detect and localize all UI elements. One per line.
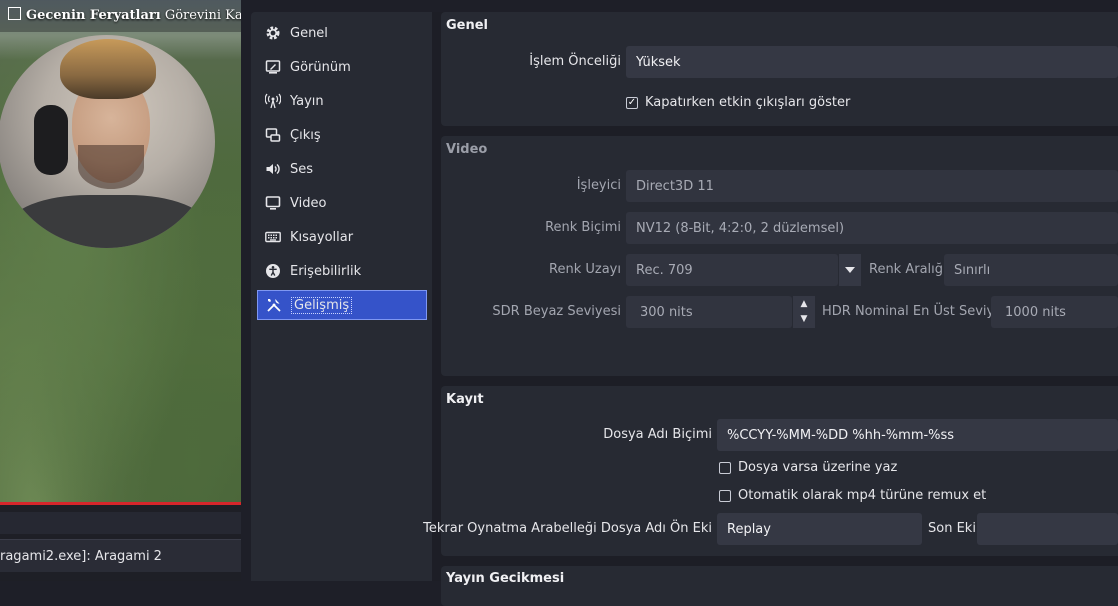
accessibility-icon [264,262,282,280]
quest-title-rest: Görevini Kabul [164,8,241,23]
chevron-down-icon[interactable]: ▼ [793,311,815,326]
sidebar-label: Ses [290,161,314,177]
hdr-nominal-spinbox[interactable]: 1000 nits [991,296,1118,328]
sidebar-label: Genel [290,25,328,41]
webcam-overlay [0,35,215,248]
suffix-label: Son Eki [928,521,976,536]
sidebar-item-general[interactable]: Genel [257,18,427,48]
general-section: Genel İşlem Önceliği Yüksek ✓ Kapatırken… [441,12,1118,126]
sidebar-label: Erişebilirlik [290,263,362,279]
checkbox-label: Kapatırken etkin çıkışları göster [645,95,851,110]
replay-prefix-value: Replay [727,521,771,537]
color-space-label: Renk Uzayı [549,262,621,277]
checkbox-checked-icon: ✓ [626,96,638,109]
checkbox-unchecked-icon [719,461,731,474]
chevron-up-icon[interactable]: ▲ [793,296,815,311]
sdr-white-label: SDR Beyaz Seviyesi [492,304,621,319]
sidebar-item-accessibility[interactable]: Erişebilirlik [257,256,427,286]
settings-content: Genel İşlem Önceliği Yüksek ✓ Kapatırken… [423,12,1118,606]
preview-toolbar-row [0,512,241,534]
color-range-label: Renk Aralığı [869,262,947,277]
broadcast-icon [264,92,282,110]
appearance-icon [264,58,282,76]
quest-title: Gecenin Feryatları Görevini Kabul [8,7,241,23]
suffix-input[interactable] [977,513,1118,545]
color-range-value: Sınırlı [954,262,991,278]
monitor-icon [264,194,282,212]
keyboard-icon [264,228,282,246]
section-title-stream-delay: Yayın Gecikmesi [446,571,565,586]
sidebar-item-output[interactable]: Çıkış [257,120,427,150]
webcam-hair [60,39,156,99]
priority-value: Yüksek [636,54,681,70]
recording-section: Kayıt Dosya Adı Biçimi %CCYY-%MM-%DD %hh… [423,386,1118,556]
output-icon [264,126,282,144]
webcam-headset [34,105,68,175]
color-space-select[interactable]: Rec. 709 [626,254,838,286]
sdr-white-value: 300 nits [640,304,693,320]
filename-format-label: Dosya Adı Biçimi [603,427,712,442]
show-active-outputs-checkbox[interactable]: ✓ Kapatırken etkin çıkışları göster [626,95,850,110]
sdr-white-spinbox[interactable]: 300 nits [626,296,792,328]
gear-icon [264,24,282,42]
priority-select[interactable]: Yüksek [626,46,1118,78]
sidebar-label: Yayın [290,93,324,109]
quest-title-bold: Gecenin Feryatları [26,8,161,23]
priority-label: İşlem Önceliği [529,54,621,69]
renderer-select[interactable]: Direct3D 11 [626,170,1118,202]
chevron-down-icon [845,267,855,273]
settings-sidebar: Genel Görünüm Yayın Çıkış Ses Video Kısa… [251,12,432,581]
webcam-beard [78,145,144,189]
window-capture-source[interactable]: ragami2.exe]: Aragami 2 [0,539,241,572]
hdr-nominal-label: HDR Nominal En Üst Seviye [822,304,1003,319]
checkbox-unchecked-icon [719,489,731,502]
speaker-icon [264,160,282,178]
sidebar-label: Video [290,195,327,211]
tools-icon [265,296,283,314]
video-section: Video İşleyici Direct3D 11 Renk Biçimi N… [441,136,1118,376]
color-space-value: Rec. 709 [636,262,693,278]
sdr-white-stepper[interactable]: ▲ ▼ [792,296,815,328]
section-title-general: Genel [446,18,489,33]
sidebar-item-advanced[interactable]: Gelişmiş [257,290,427,320]
sidebar-item-stream[interactable]: Yayın [257,86,427,116]
color-format-select[interactable]: NV12 (8-Bit, 4:2:0, 2 düzlemsel) [626,212,1118,244]
filename-format-input[interactable]: %CCYY-%MM-%DD %hh-%mm-%ss [717,419,1118,451]
renderer-label: İşleyici [576,178,621,193]
checkbox-label: Dosya varsa üzerine yaz [738,460,898,475]
color-range-select[interactable]: Sınırlı [944,254,1118,286]
window-capture-label: ragami2.exe]: Aragami 2 [0,549,162,564]
renderer-value: Direct3D 11 [636,178,714,194]
sidebar-item-video[interactable]: Video [257,188,427,218]
sidebar-label: Görünüm [290,59,351,75]
sidebar-label: Kısayollar [290,229,354,245]
preview-area: Gecenin Feryatları Görevini Kabul ragami… [0,0,241,581]
hdr-nominal-value: 1000 nits [1005,304,1066,320]
quest-checkbox-icon [8,7,21,20]
section-title-video: Video [446,142,488,157]
sidebar-item-audio[interactable]: Ses [257,154,427,184]
stream-delay-section: Yayın Gecikmesi [441,566,1118,606]
webcam-shirt [8,195,208,248]
replay-prefix-label: Tekrar Oynatma Arabelleği Dosya Adı Ön E… [423,521,712,536]
sidebar-label: Gelişmiş [291,296,353,314]
color-format-value: NV12 (8-Bit, 4:2:0, 2 düzlemsel) [636,220,845,236]
sidebar-item-appearance[interactable]: Görünüm [257,52,427,82]
color-format-label: Renk Biçimi [545,220,621,235]
filename-format-value: %CCYY-%MM-%DD %hh-%mm-%ss [727,427,955,443]
checkbox-label: Otomatik olarak mp4 türüne remux et [738,488,987,503]
replay-prefix-input[interactable]: Replay [717,513,922,545]
section-title-recording: Kayıt [446,392,484,407]
auto-remux-checkbox[interactable]: Otomatik olarak mp4 türüne remux et [719,488,986,503]
overwrite-checkbox[interactable]: Dosya varsa üzerine yaz [719,460,897,475]
color-space-dropdown-button[interactable] [838,254,861,286]
sidebar-item-hotkeys[interactable]: Kısayollar [257,222,427,252]
sidebar-label: Çıkış [290,127,321,143]
